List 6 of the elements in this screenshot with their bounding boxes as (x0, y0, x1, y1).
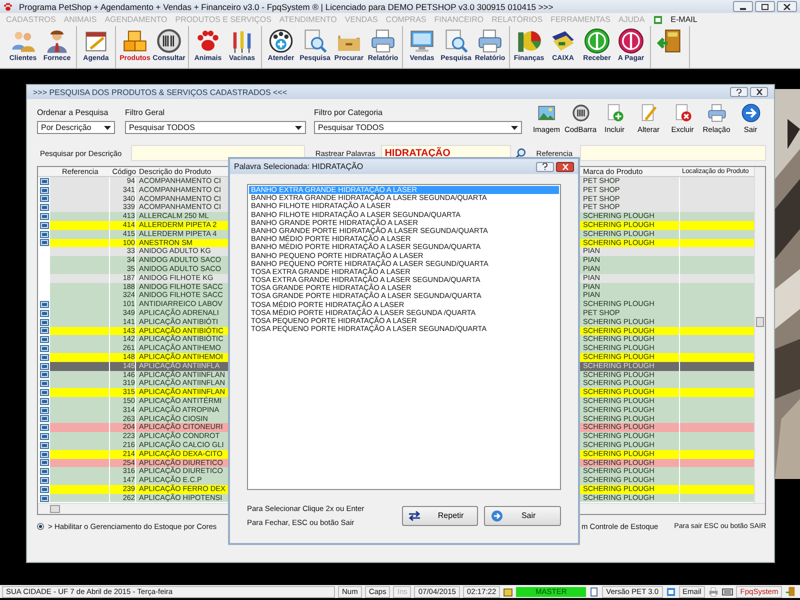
dialog-title: Palavra Selecionada: HIDRATAÇÃO (234, 162, 364, 171)
window-title: Programa PetShop + Agendamento + Vendas + Financeiro v3.0 - FpqSystem ® | Licenciado para DEMO PETSHOP v3.0 300915 010415 >>> (19, 2, 554, 12)
form-title: >>> PESQUISA DOS PRODUTOS & SERVIÇOS CADASTRADOS <<< (33, 88, 288, 96)
filter-label: Filtro por Categoria (314, 108, 384, 117)
filter-label: Filtro Geral (125, 108, 166, 117)
filter-label: Ordenar a Pesquisa (37, 108, 110, 117)
